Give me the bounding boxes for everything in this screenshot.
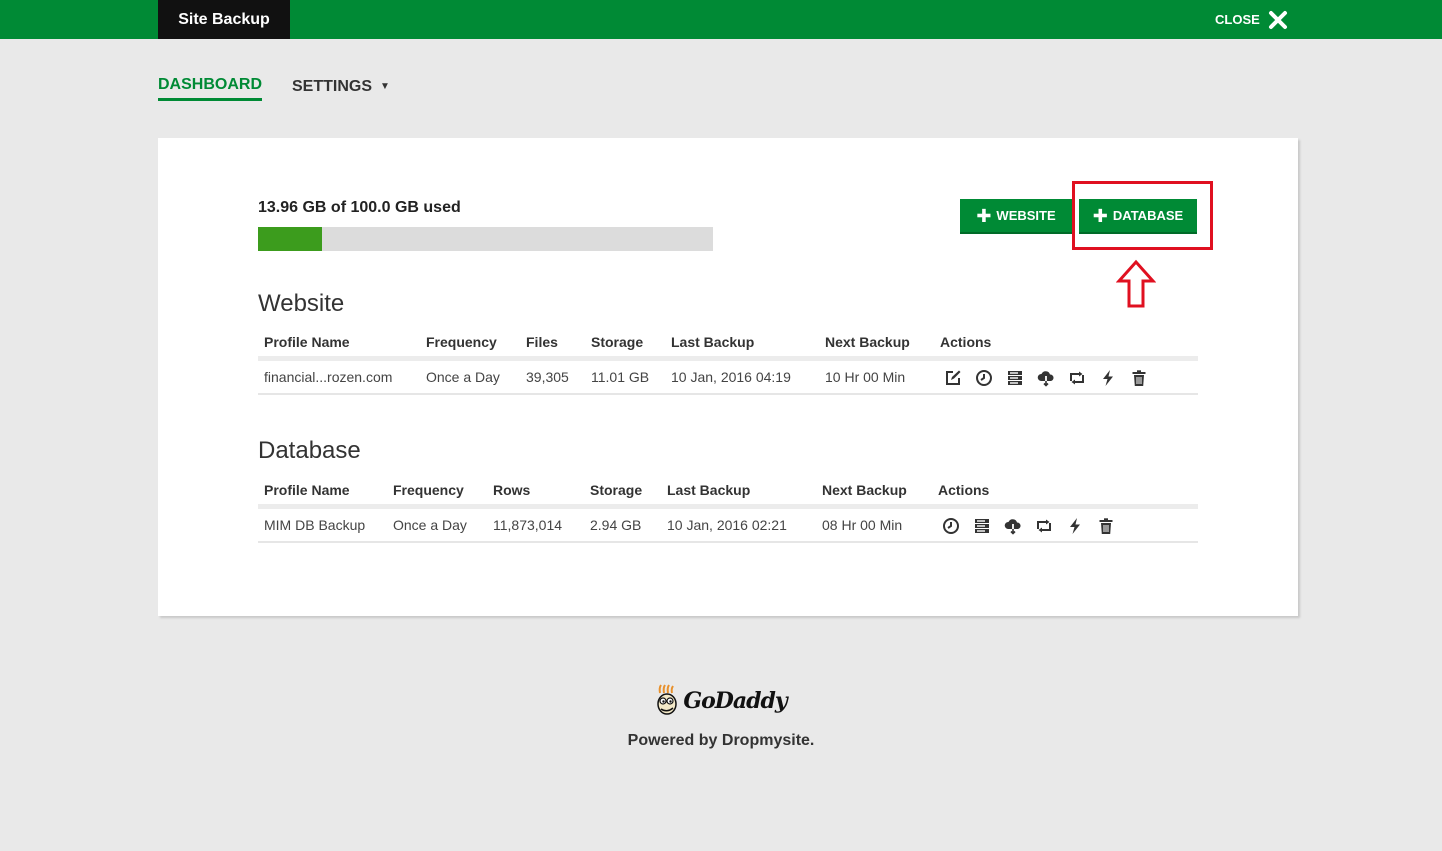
last-backup-cell: 10 Jan, 2016 04:19 — [671, 369, 791, 385]
server-icon[interactable] — [1006, 367, 1037, 389]
profile-name-cell[interactable]: financial...rozen.com — [264, 369, 392, 385]
frequency-cell: Once a Day — [393, 517, 467, 533]
server-icon[interactable] — [973, 515, 1004, 537]
column-header: Next Backup — [822, 482, 907, 498]
table-row: MIM DB Backup Once a Day 11,873,014 2.94… — [258, 509, 1198, 543]
tab-dashboard-label: DASHBOARD — [158, 76, 262, 93]
frequency-cell: Once a Day — [426, 369, 500, 385]
row-actions — [942, 515, 1128, 537]
sync-icon[interactable] — [1068, 367, 1099, 389]
tab-settings[interactable]: SETTINGS ▼ — [292, 76, 390, 101]
app-title: Site Backup — [158, 0, 290, 39]
close-button[interactable]: CLOSE — [1215, 0, 1288, 39]
godaddy-logo: GoDaddy — [0, 684, 1442, 718]
plus-icon: ✚ — [976, 205, 992, 226]
godaddy-mascot-icon — [657, 684, 678, 715]
dashboard-card: 13.96 GB of 100.0 GB used ✚ WEBSITE ✚ DA… — [158, 138, 1298, 616]
close-icon — [1268, 10, 1288, 30]
column-header: Rows — [493, 482, 531, 498]
column-header: Storage — [591, 334, 644, 350]
storage-cell: 2.94 GB — [590, 517, 642, 533]
up-arrow-annotation — [1115, 259, 1157, 314]
tab-settings-label: SETTINGS — [292, 77, 373, 95]
add-website-button[interactable]: ✚ WEBSITE — [960, 199, 1072, 234]
table-row: financial...rozen.com Once a Day 39,305 … — [258, 361, 1198, 395]
column-header: Last Backup — [671, 334, 755, 350]
column-header: Profile Name — [264, 482, 350, 498]
storage-usage-text: 13.96 GB of 100.0 GB used — [258, 199, 461, 216]
powered-by-text: Powered by Dropmysite. — [627, 732, 815, 749]
database-table: Profile Name Frequency Rows Storage Last… — [258, 478, 1198, 543]
column-header: Files — [526, 334, 558, 350]
storage-usage-fill — [258, 227, 322, 251]
rows-cell: 11,873,014 — [493, 517, 563, 533]
add-website-label: WEBSITE — [996, 208, 1056, 223]
trash-icon[interactable] — [1097, 515, 1128, 537]
column-header: Next Backup — [825, 334, 910, 350]
website-section-title: Website — [258, 290, 345, 317]
tab-dashboard[interactable]: DASHBOARD — [158, 76, 262, 101]
database-section-title: Database — [258, 437, 361, 464]
bolt-icon[interactable] — [1066, 515, 1097, 537]
logo-text: GoDaddy — [683, 688, 787, 714]
table-header: Profile Name Frequency Rows Storage Last… — [258, 478, 1198, 509]
highlight-box — [1072, 181, 1213, 250]
profile-name-cell[interactable]: MIM DB Backup — [264, 517, 365, 533]
top-bar: Site Backup CLOSE — [0, 0, 1442, 39]
column-header: Profile Name — [264, 334, 350, 350]
cloud-download-icon[interactable] — [1004, 515, 1035, 537]
column-header: Last Backup — [667, 482, 751, 498]
row-actions — [944, 367, 1161, 389]
next-backup-cell: 10 Hr 00 Min — [825, 369, 906, 385]
column-header: Frequency — [426, 334, 497, 350]
clock-icon[interactable] — [975, 367, 1006, 389]
storage-cell: 11.01 GB — [591, 369, 650, 385]
bolt-icon[interactable] — [1099, 367, 1130, 389]
trash-icon[interactable] — [1130, 367, 1161, 389]
column-header: Actions — [940, 334, 992, 350]
files-cell: 39,305 — [526, 369, 569, 385]
cloud-download-icon[interactable] — [1037, 367, 1068, 389]
sync-icon[interactable] — [1035, 515, 1066, 537]
clock-icon[interactable] — [942, 515, 973, 537]
storage-usage-bar — [258, 227, 713, 251]
table-header: Profile Name Frequency Files Storage Las… — [258, 330, 1198, 361]
main-nav: DASHBOARD SETTINGS ▼ — [158, 76, 420, 101]
column-header: Storage — [590, 482, 643, 498]
edit-icon[interactable] — [944, 367, 975, 389]
caret-down-icon: ▼ — [380, 81, 390, 92]
column-header: Actions — [938, 482, 990, 498]
next-backup-cell: 08 Hr 00 Min — [822, 517, 903, 533]
website-table: Profile Name Frequency Files Storage Las… — [258, 330, 1198, 395]
column-header: Frequency — [393, 482, 464, 498]
close-label: CLOSE — [1215, 12, 1260, 27]
last-backup-cell: 10 Jan, 2016 02:21 — [667, 517, 787, 533]
